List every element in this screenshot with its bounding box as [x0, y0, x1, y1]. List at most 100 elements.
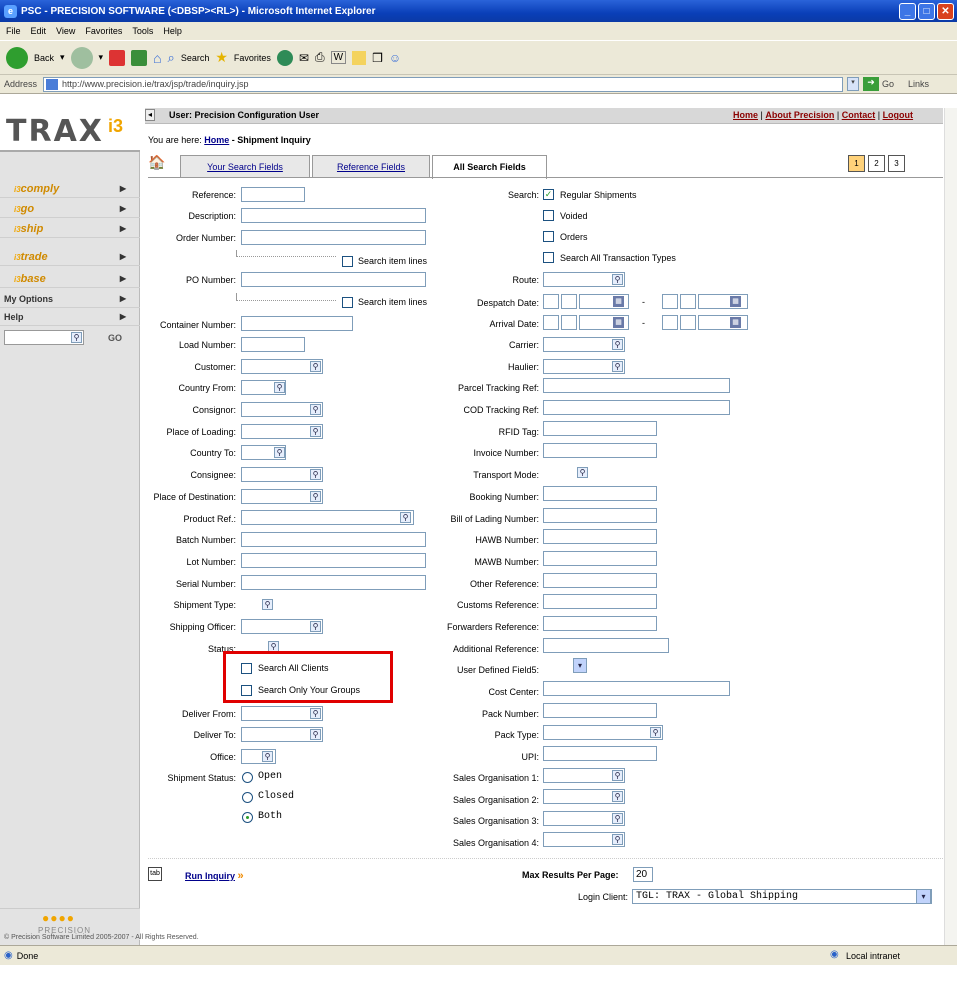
country-to-lookup-icon[interactable]: ⚲: [274, 447, 285, 458]
status-open-radio[interactable]: [242, 772, 253, 783]
po-number-input[interactable]: [241, 272, 426, 287]
rfid-input[interactable]: [543, 421, 657, 436]
transport-mode-lookup-icon[interactable]: ⚲: [577, 467, 588, 478]
pack-type-lookup-icon[interactable]: ⚲: [650, 727, 661, 738]
arrival-date-to-day[interactable]: [662, 315, 678, 330]
address-input[interactable]: http://www.precision.ie/trax/jsp/trade/i…: [43, 76, 844, 92]
other-reference-input[interactable]: [543, 573, 657, 588]
vertical-scrollbar[interactable]: [944, 108, 957, 945]
folder-icon[interactable]: [352, 50, 367, 65]
menu-tools[interactable]: Tools: [132, 26, 153, 36]
office-lookup-icon[interactable]: ⚲: [262, 751, 273, 762]
login-client-select[interactable]: TGL: TRAX - Global Shipping: [632, 889, 932, 904]
parcel-tracking-input[interactable]: [543, 378, 730, 393]
menu-edit[interactable]: Edit: [31, 26, 47, 36]
menu-file[interactable]: File: [6, 26, 21, 36]
calendar-icon[interactable]: ▦: [730, 296, 741, 307]
chevron-down-icon[interactable]: ▾: [60, 52, 65, 63]
contact-link[interactable]: Contact: [842, 110, 876, 120]
logout-link[interactable]: Logout: [883, 110, 914, 120]
pack-number-input[interactable]: [543, 703, 657, 718]
stop-icon[interactable]: [109, 49, 126, 66]
haulier-lookup-icon[interactable]: ⚲: [612, 361, 623, 372]
bill-of-lading-input[interactable]: [543, 508, 657, 523]
back-button[interactable]: Back: [34, 53, 54, 63]
chevron-down-icon[interactable]: ▾: [573, 658, 587, 673]
sales-org-3-lookup-icon[interactable]: ⚲: [612, 813, 623, 824]
consignee-lookup-icon[interactable]: ⚲: [310, 469, 321, 480]
home-icon[interactable]: 🏠: [148, 154, 165, 171]
search-button[interactable]: Search: [181, 53, 210, 63]
sidebar-item-trade[interactable]: i3trade ▶: [0, 248, 140, 266]
search-icon[interactable]: ⚲: [71, 332, 82, 343]
place-of-destination-lookup-icon[interactable]: ⚲: [310, 491, 321, 502]
page-button-2[interactable]: 2: [868, 155, 885, 172]
booking-number-input[interactable]: [543, 486, 657, 501]
voided-checkbox[interactable]: [543, 210, 554, 221]
print-icon[interactable]: ⎙: [315, 50, 325, 65]
country-from-lookup-icon[interactable]: ⚲: [274, 382, 285, 393]
edit-word-icon[interactable]: W: [330, 51, 347, 64]
messenger-icon[interactable]: ☺: [389, 51, 401, 65]
orders-checkbox[interactable]: [543, 231, 554, 242]
breadcrumb-home-link[interactable]: Home: [204, 135, 229, 145]
sales-org-2-lookup-icon[interactable]: ⚲: [612, 791, 623, 802]
sidebar-item-comply[interactable]: i3comply ▶: [0, 180, 140, 198]
page-button-1[interactable]: 1: [848, 155, 865, 172]
cost-center-input[interactable]: [543, 681, 730, 696]
description-input[interactable]: [241, 208, 426, 223]
refresh-icon[interactable]: [131, 49, 148, 66]
home-icon[interactable]: ⌂: [153, 50, 161, 66]
tab-all-search-fields[interactable]: All Search Fields: [432, 155, 547, 179]
batch-number-input[interactable]: [241, 532, 426, 547]
product-ref-lookup-icon[interactable]: ⚲: [400, 512, 411, 523]
minimize-button[interactable]: _: [899, 3, 916, 20]
sidebar-item-go[interactable]: i3go ▶: [0, 200, 140, 218]
load-number-input[interactable]: [241, 337, 305, 352]
close-button[interactable]: ✕: [937, 3, 954, 20]
additional-reference-input[interactable]: [543, 638, 669, 653]
mawb-number-input[interactable]: [543, 551, 657, 566]
mail-icon[interactable]: ✉: [299, 51, 309, 65]
sidebar-item-ship[interactable]: i3ship ▶: [0, 220, 140, 238]
shipping-officer-lookup-icon[interactable]: ⚲: [310, 621, 321, 632]
container-number-input[interactable]: [241, 316, 353, 331]
customs-reference-input[interactable]: [543, 594, 657, 609]
go-arrow-icon[interactable]: ➜: [863, 77, 880, 91]
calendar-icon[interactable]: ▦: [730, 317, 741, 328]
research-icon[interactable]: ❒: [372, 51, 383, 65]
sales-org-4-lookup-icon[interactable]: ⚲: [612, 834, 623, 845]
home-link[interactable]: Home: [733, 110, 758, 120]
deliver-to-lookup-icon[interactable]: ⚲: [310, 729, 321, 740]
despatch-date-from-day[interactable]: [543, 294, 559, 309]
sidebar-go-button[interactable]: GO: [108, 333, 122, 343]
invoice-number-input[interactable]: [543, 443, 657, 458]
about-link[interactable]: About Precision: [765, 110, 834, 120]
page-button-3[interactable]: 3: [888, 155, 905, 172]
sales-org-1-lookup-icon[interactable]: ⚲: [612, 770, 623, 781]
route-lookup-icon[interactable]: ⚲: [612, 274, 623, 285]
arrival-date-from-day[interactable]: [543, 315, 559, 330]
maximize-button[interactable]: □: [918, 3, 935, 20]
deliver-from-lookup-icon[interactable]: ⚲: [310, 708, 321, 719]
history-icon[interactable]: [276, 49, 293, 66]
upi-input[interactable]: [543, 746, 657, 761]
status-both-radio[interactable]: [242, 812, 253, 823]
tab-key-icon[interactable]: tab: [148, 867, 162, 881]
place-of-loading-lookup-icon[interactable]: ⚲: [310, 426, 321, 437]
links-button[interactable]: Links: [908, 79, 929, 89]
chevron-down-icon[interactable]: ▾: [847, 77, 860, 91]
back-arrow-icon[interactable]: [6, 46, 28, 69]
forward-arrow-icon[interactable]: [70, 46, 93, 69]
despatch-date-from-month[interactable]: [561, 294, 577, 309]
run-inquiry-link[interactable]: Run Inquiry »: [185, 870, 244, 882]
chevron-down-icon[interactable]: ▾: [99, 52, 104, 63]
status-closed-radio[interactable]: [242, 792, 253, 803]
forwarders-reference-input[interactable]: [543, 616, 657, 631]
menu-help[interactable]: Help: [163, 26, 182, 36]
max-results-input[interactable]: 20: [633, 867, 653, 882]
carrier-lookup-icon[interactable]: ⚲: [612, 339, 623, 350]
favorites-button[interactable]: Favorites: [234, 53, 271, 63]
order-search-item-lines-checkbox[interactable]: [342, 256, 353, 267]
consignor-lookup-icon[interactable]: ⚲: [310, 404, 321, 415]
